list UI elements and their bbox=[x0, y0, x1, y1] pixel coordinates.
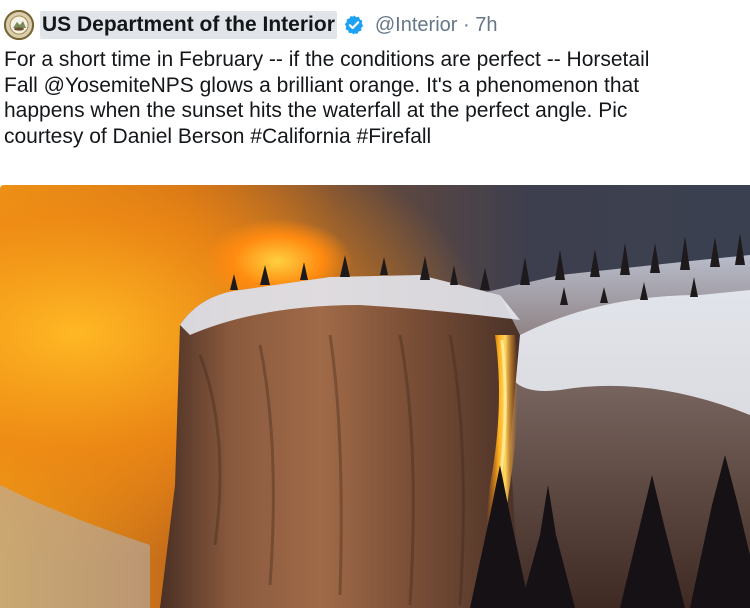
author-handle[interactable]: @Interior bbox=[375, 14, 458, 36]
tweet-text: For a short time in February -- if the c… bbox=[4, 48, 650, 148]
avatar[interactable] bbox=[4, 10, 34, 40]
handle-and-time[interactable]: @Interior · 7h bbox=[375, 14, 498, 37]
seal-icon bbox=[4, 10, 34, 40]
author-name-highlight: US Department of the Interior bbox=[40, 11, 337, 39]
tweet-card[interactable]: US Department of the Interior @Interior … bbox=[0, 0, 750, 608]
timestamp[interactable]: 7h bbox=[475, 14, 497, 36]
tweet-header: US Department of the Interior @Interior … bbox=[4, 8, 497, 42]
firefall-photo bbox=[0, 185, 750, 608]
author-name[interactable]: US Department of the Interior bbox=[42, 13, 335, 37]
tweet-photo[interactable] bbox=[0, 185, 750, 608]
separator: · bbox=[463, 13, 470, 36]
verified-badge-icon bbox=[344, 15, 364, 35]
